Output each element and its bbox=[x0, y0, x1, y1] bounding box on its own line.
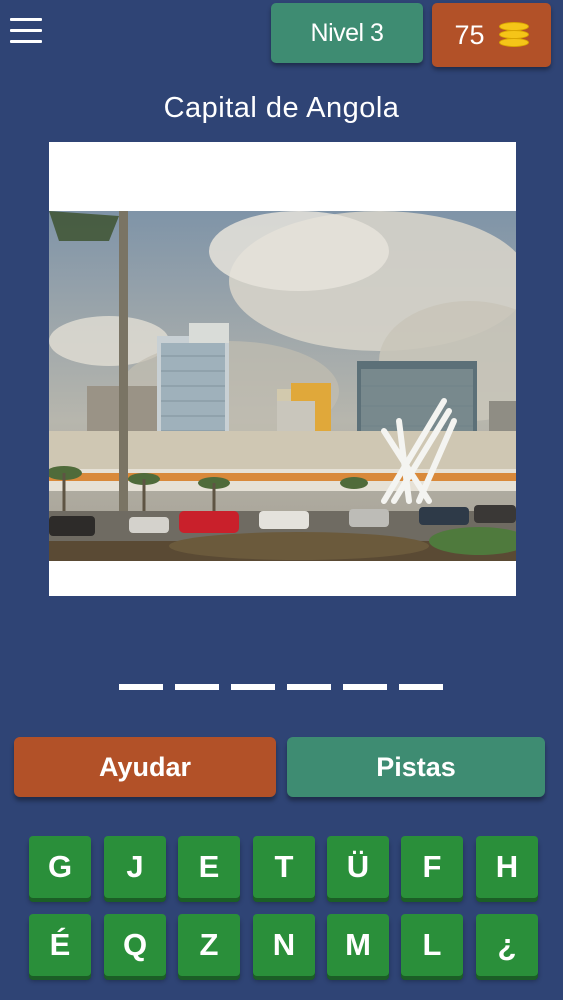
answer-slot[interactable] bbox=[343, 684, 387, 690]
letter-key[interactable]: F bbox=[401, 836, 463, 898]
letter-key[interactable]: J bbox=[104, 836, 166, 898]
answer-slot[interactable] bbox=[231, 684, 275, 690]
letter-key[interactable]: Q bbox=[104, 914, 166, 976]
letter-key[interactable]: T bbox=[253, 836, 315, 898]
question-title: Capital de Angola bbox=[163, 92, 400, 124]
question-image bbox=[49, 211, 516, 561]
letter-key[interactable]: É bbox=[29, 914, 91, 976]
letter-key[interactable]: L bbox=[401, 914, 463, 976]
letter-key[interactable]: Z bbox=[178, 914, 240, 976]
coins-count: 75 bbox=[454, 19, 485, 50]
hints-button[interactable]: Pistas bbox=[287, 737, 545, 797]
answer-slot[interactable] bbox=[119, 684, 163, 690]
letter-key[interactable]: N bbox=[253, 914, 315, 976]
answer-slot[interactable] bbox=[175, 684, 219, 690]
letter-key[interactable]: ¿ bbox=[476, 914, 538, 976]
letter-key[interactable]: H bbox=[476, 836, 538, 898]
letter-key[interactable]: Ü bbox=[327, 836, 389, 898]
letter-key[interactable]: G bbox=[29, 836, 91, 898]
answer-slot[interactable] bbox=[287, 684, 331, 690]
help-button-label: Ayudar bbox=[98, 751, 192, 782]
letter-key[interactable]: M bbox=[327, 914, 389, 976]
hints-button-label: Pistas bbox=[376, 751, 456, 782]
coins-stack-icon bbox=[498, 22, 529, 48]
question-image-frame bbox=[49, 142, 516, 596]
hamburger-menu-icon[interactable] bbox=[10, 18, 44, 48]
level-badge: Nivel 3 bbox=[271, 3, 423, 63]
coins-badge[interactable]: 75 bbox=[432, 3, 551, 67]
level-label: Nivel 3 bbox=[310, 18, 384, 47]
letter-key[interactable]: E bbox=[178, 836, 240, 898]
answer-slot[interactable] bbox=[399, 684, 443, 690]
help-button[interactable]: Ayudar bbox=[14, 737, 276, 797]
answer-slots bbox=[119, 684, 443, 690]
